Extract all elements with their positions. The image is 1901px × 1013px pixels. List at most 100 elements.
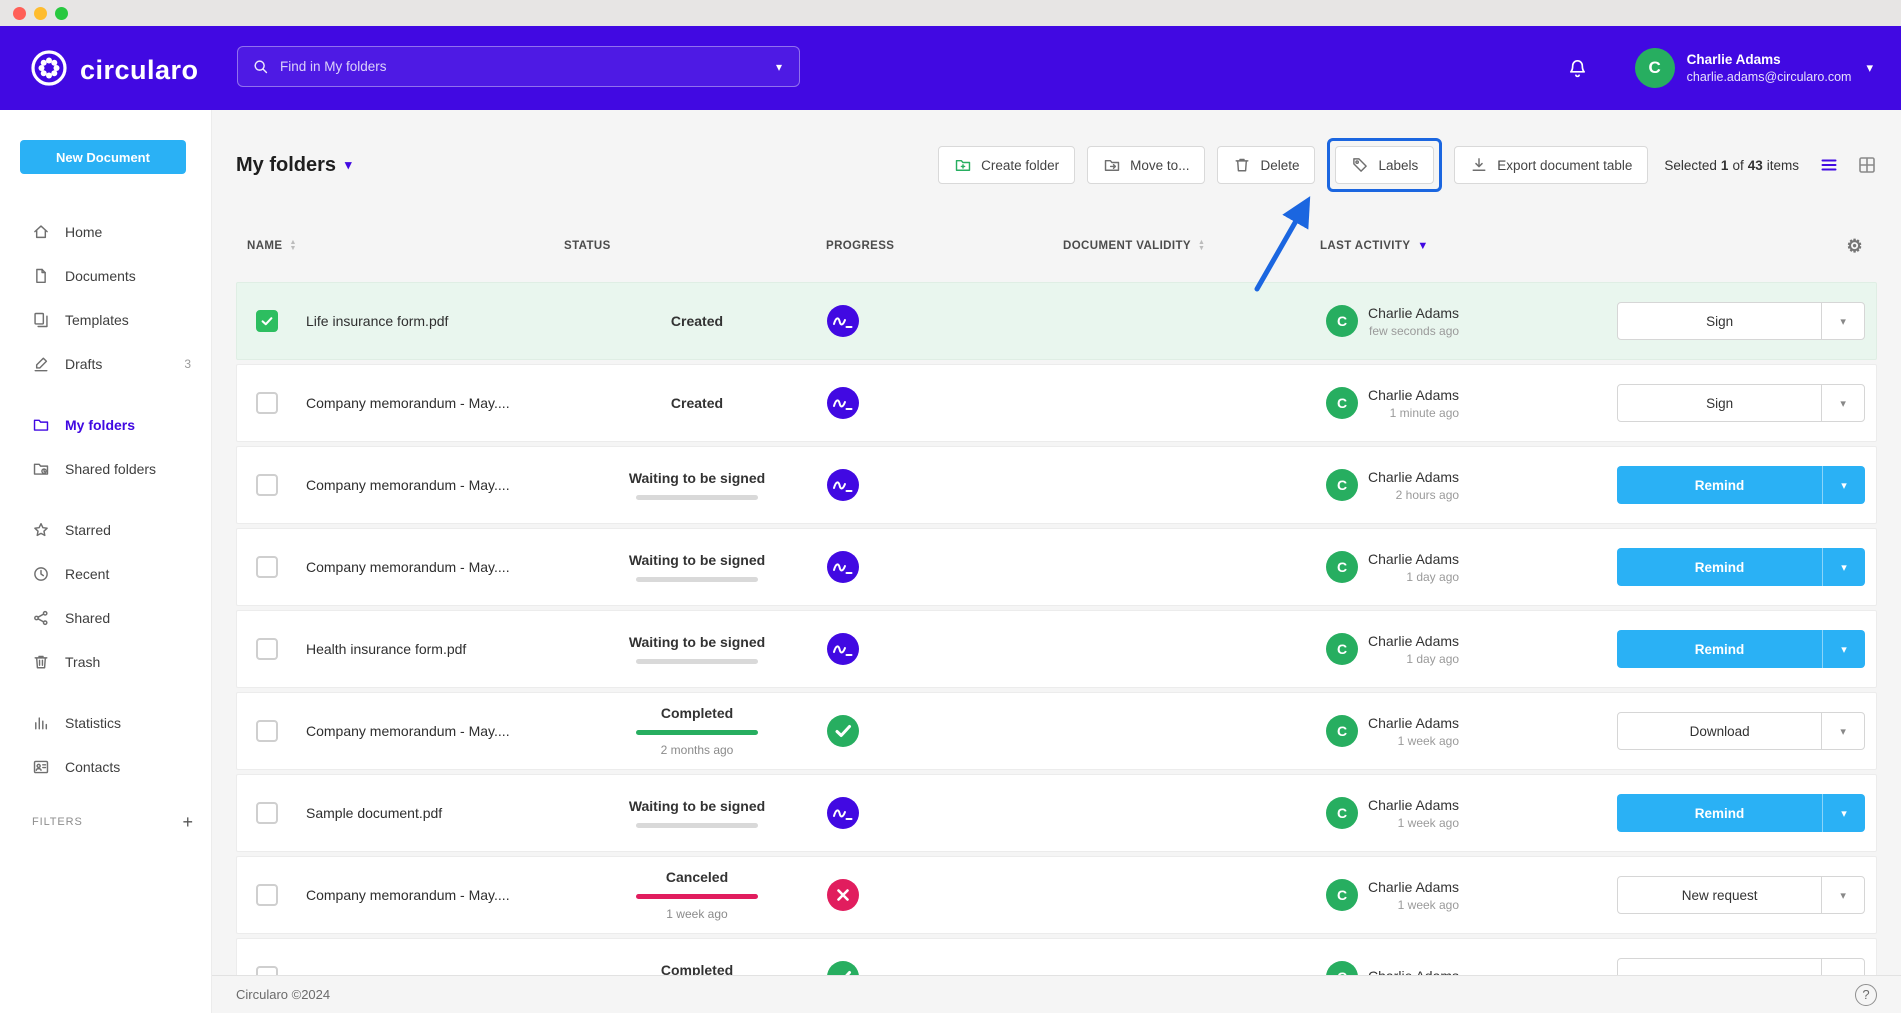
global-search[interactable]: ▾ (237, 46, 800, 87)
row-checkbox[interactable] (256, 638, 278, 660)
progress-signature-icon (827, 797, 859, 829)
sidebar-nav: HomeDocumentsTemplatesDrafts3My foldersS… (0, 210, 211, 789)
add-filter-button[interactable]: + (182, 813, 193, 831)
sidebar-item-my-folders[interactable]: My folders (0, 403, 211, 447)
table-settings-gear-icon[interactable]: ⚙ (1846, 237, 1863, 255)
column-header-document-validity[interactable]: DOCUMENT VALIDITY▲▼ (1063, 240, 1320, 252)
sign-button[interactable]: Sign (1618, 303, 1821, 339)
search-scope-caret-icon[interactable]: ▾ (759, 47, 799, 86)
toolbar-button-label: Delete (1260, 158, 1299, 173)
table-row[interactable]: Life insurance form.pdfCreatedCCharlie A… (236, 282, 1877, 360)
remind-button[interactable]: Remind (1617, 794, 1822, 832)
delete-button[interactable]: Delete (1217, 146, 1315, 184)
move-folder-icon (1103, 156, 1121, 174)
document-name[interactable]: Company memorandum - May.... (291, 887, 510, 903)
sidebar-item-contacts[interactable]: Contacts (0, 745, 211, 789)
row-checkbox[interactable] (256, 392, 278, 414)
activity-avatar: C (1326, 305, 1358, 337)
sidebar-item-recent[interactable]: Recent (0, 552, 211, 596)
action-dropdown-caret[interactable]: ▾ (1822, 548, 1865, 586)
action-dropdown-caret[interactable]: ▾ (1821, 303, 1864, 339)
action-dropdown-caret[interactable]: ▾ (1821, 385, 1864, 421)
document-name[interactable]: Company memorandum - May.... (291, 559, 510, 575)
status-text: Waiting to be signed (629, 470, 765, 486)
new-document-button[interactable]: New Document (20, 140, 186, 174)
table-row[interactable]: Company memorandum - May.... Waiting to b… (236, 446, 1877, 524)
action-dropdown-caret[interactable]: ▾ (1821, 877, 1864, 913)
document-name[interactable]: Sample document.pdf (291, 805, 442, 821)
action-dropdown-caret[interactable]: ▾ (1822, 630, 1865, 668)
export-document-table-button[interactable]: Export document table (1454, 146, 1648, 184)
sidebar-item-drafts[interactable]: Drafts3 (0, 342, 211, 386)
sign-button[interactable]: Sign (1618, 385, 1821, 421)
remind-button[interactable]: Remind (1617, 548, 1822, 586)
action-dropdown-caret[interactable]: ▾ (1821, 713, 1864, 749)
page-title[interactable]: My folders ▾ (236, 154, 352, 177)
close-button[interactable] (13, 7, 26, 20)
labels-button[interactable]: Labels (1335, 146, 1434, 184)
notifications-bell-icon[interactable] (1566, 57, 1589, 80)
row-checkbox[interactable] (256, 720, 278, 742)
sidebar-item-documents[interactable]: Documents (0, 254, 211, 298)
templates-icon (32, 311, 50, 329)
search-input[interactable] (280, 59, 759, 74)
activity-user-name: Charlie Adams (1368, 797, 1459, 813)
row-checkbox[interactable] (256, 802, 278, 824)
document-name[interactable]: Company memorandum - May.... (291, 477, 510, 493)
table-row[interactable]: Company memorandum - May....Completed2 m… (236, 692, 1877, 770)
table-row[interactable]: Company memorandum - May....Waiting to b… (236, 528, 1877, 606)
row-action-split-button: New request▾ (1617, 876, 1865, 914)
column-header-name[interactable]: NAME▲▼ (236, 240, 564, 252)
row-checkbox[interactable] (256, 474, 278, 496)
sidebar-item-templates[interactable]: Templates (0, 298, 211, 342)
table-row[interactable]: Sample document.pdf Waiting to be signed C… (236, 774, 1877, 852)
minimize-button[interactable] (34, 7, 47, 20)
traffic-lights (13, 7, 68, 20)
download-button[interactable]: Download (1618, 713, 1821, 749)
user-avatar[interactable]: C (1635, 48, 1675, 88)
create-folder-button[interactable]: Create folder (938, 146, 1075, 184)
user-menu-caret-icon[interactable]: ▾ (1866, 60, 1873, 76)
activity-avatar: C (1326, 633, 1358, 665)
table-row[interactable]: Company memorandum - May....CreatedCChar… (236, 364, 1877, 442)
row-checkbox[interactable] (256, 884, 278, 906)
sidebar-item-home[interactable]: Home (0, 210, 211, 254)
move-to-button[interactable]: Move to... (1087, 146, 1205, 184)
zoom-button[interactable] (55, 7, 68, 20)
document-name[interactable]: Company memorandum - May.... (291, 395, 510, 411)
remind-button[interactable]: Remind (1617, 466, 1822, 504)
row-action-split-button: Remind▾ (1617, 466, 1865, 504)
document-name[interactable]: Health insurance form.pdf (291, 641, 466, 657)
sidebar-item-statistics[interactable]: Statistics (0, 701, 211, 745)
activity-user-name: Charlie Adams (1368, 387, 1459, 403)
sidebar-item-starred[interactable]: Starred (0, 508, 211, 552)
filters-section: FILTERS + (0, 813, 211, 831)
column-header-last-activity[interactable]: LAST ACTIVITY▼ (1320, 240, 1616, 252)
sidebar-item-trash[interactable]: Trash (0, 640, 211, 684)
document-name[interactable]: Company memorandum - May.... (291, 723, 510, 739)
row-checkbox[interactable] (256, 556, 278, 578)
action-dropdown-caret[interactable]: ▾ (1822, 794, 1865, 832)
sidebar-item-label: Shared (65, 610, 110, 626)
column-label: STATUS (564, 240, 611, 252)
status-text: Waiting to be signed (629, 798, 765, 814)
table-row[interactable]: Company memorandum - May....Canceled1 we… (236, 856, 1877, 934)
table-row[interactable]: Health insurance form.pdfWaiting to be s… (236, 610, 1877, 688)
help-button[interactable]: ? (1855, 984, 1877, 1006)
remind-button[interactable]: Remind (1617, 630, 1822, 668)
action-dropdown-caret[interactable]: ▾ (1822, 466, 1865, 504)
sidebar-item-shared-folders[interactable]: Shared folders (0, 447, 211, 491)
list-view-icon[interactable] (1819, 155, 1839, 175)
macos-titlebar (0, 0, 1901, 26)
status-text: Completed (661, 705, 733, 721)
activity-avatar: C (1326, 879, 1358, 911)
document-validity-cell (1064, 283, 1321, 359)
folder-icon (32, 416, 50, 434)
sidebar-item-shared[interactable]: Shared (0, 596, 211, 640)
circularo-logo[interactable]: circularo (30, 49, 199, 92)
grid-view-icon[interactable] (1857, 155, 1877, 175)
sidebar-item-label: Templates (65, 312, 129, 328)
document-name[interactable]: Life insurance form.pdf (291, 313, 448, 329)
row-checkbox[interactable] (256, 310, 278, 332)
new-request-button[interactable]: New request (1618, 877, 1821, 913)
